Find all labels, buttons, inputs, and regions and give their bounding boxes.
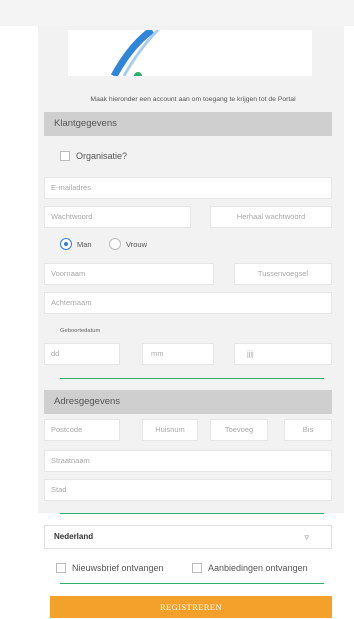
country-select-value: Nederland	[54, 532, 94, 541]
house-number-field[interactable]: Huisnum	[142, 419, 198, 441]
newsletter-checkbox[interactable]	[56, 562, 66, 573]
birthdate-label: Geboortedatum	[60, 328, 101, 334]
register-button[interactable]: REGISTREREN	[50, 596, 332, 618]
radio-man-button[interactable]	[60, 238, 72, 250]
divider-line	[60, 583, 324, 584]
radio-vrouw-button[interactable]	[109, 238, 121, 250]
radio-vrouw-label: Vrouw	[126, 239, 147, 249]
toevoeging-field[interactable]: Toevoeg	[210, 419, 268, 441]
section-header-adresgegevens: Adresgegevens	[44, 390, 332, 414]
country-select[interactable]: Nederland ▿	[44, 525, 332, 549]
bis-field[interactable]: Bis	[284, 419, 332, 441]
birth-month-field[interactable]: mm	[142, 343, 214, 365]
offers-checkbox-row[interactable]: Aanbiedingen ontvangen	[192, 562, 308, 573]
organisatie-label: Organisatie?	[76, 150, 128, 161]
password-field[interactable]: Wachtwoord	[44, 206, 191, 228]
section-header-klantgegevens: Klantgegevens	[44, 112, 332, 136]
repeat-password-field[interactable]: Herhaal wachtwoord	[210, 206, 332, 228]
newsletter-checkbox-row[interactable]: Nieuwsbrief ontvangen	[56, 562, 164, 573]
last-name-field[interactable]: Achternaam	[44, 292, 332, 314]
radio-man-label: Man	[77, 239, 92, 249]
birth-day-field[interactable]: dd	[44, 343, 120, 365]
logo-graphic-icon	[110, 30, 160, 76]
offers-label: Aanbiedingen ontvangen	[208, 562, 308, 573]
chevron-down-icon: ▿	[304, 532, 309, 542]
top-bar	[0, 0, 354, 26]
street-field[interactable]: Straatnaam	[44, 450, 332, 472]
divider-line	[60, 378, 324, 379]
first-name-field[interactable]: Voornaam	[44, 263, 214, 285]
radio-vrouw[interactable]: Vrouw	[109, 238, 147, 250]
intro-text: Maak hieronder een account aan om toegan…	[90, 96, 296, 103]
email-field[interactable]: E-mailadres	[44, 177, 332, 199]
tussenvoegsel-field[interactable]: Tussenvoegsel	[234, 263, 332, 285]
newsletter-label: Nieuwsbrief ontvangen	[72, 562, 164, 573]
radio-man[interactable]: Man	[60, 238, 92, 250]
organisatie-checkbox[interactable]	[60, 150, 70, 161]
birth-year-field[interactable]: jjjj	[234, 343, 332, 365]
divider-line	[60, 513, 324, 514]
city-field[interactable]: Stad	[44, 479, 332, 501]
logo	[68, 30, 312, 76]
offers-checkbox[interactable]	[192, 562, 202, 573]
organisatie-checkbox-row[interactable]: Organisatie?	[60, 150, 127, 161]
postcode-field[interactable]: Postcode	[44, 419, 120, 441]
